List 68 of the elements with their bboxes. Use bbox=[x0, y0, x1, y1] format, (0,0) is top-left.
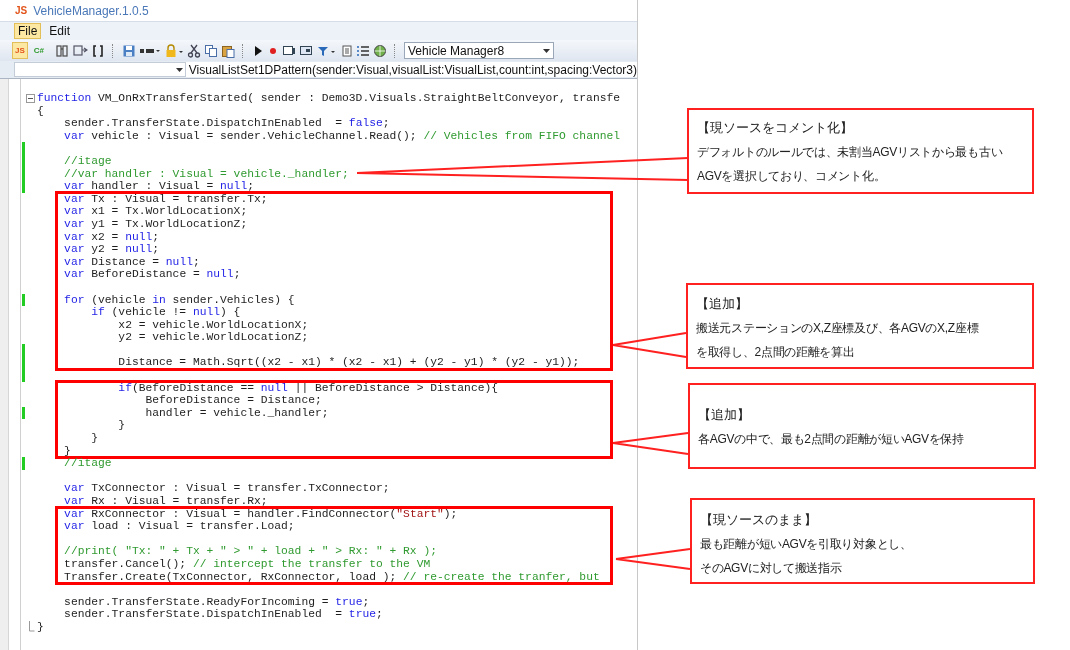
code-line: var y1 = Tx.WorldLocationZ; bbox=[63, 217, 248, 230]
code-line: Distance = Math.Sqrt((x2 - x1) * (x2 - x1) + (y2 - y1) * (y2 - y1)); bbox=[117, 356, 580, 369]
brackets-icon[interactable] bbox=[91, 43, 106, 58]
code-line: var Rx : Visual = transfer.Rx; bbox=[63, 495, 268, 507]
code-line: var x1 = Tx.WorldLocationX; bbox=[63, 205, 248, 218]
dropdown[interactable]: VisualListSet1DPattern(sender:Visual,visualList:VisualList,count:int,spacing:Vector3) bbox=[185, 62, 637, 77]
code-line: var x2 = null; bbox=[63, 230, 160, 243]
code-line: sender.TransferState.DispatchInEnabled = false; bbox=[63, 117, 390, 130]
replace-icon[interactable] bbox=[72, 43, 89, 58]
code-line: BeforeDistance = Distance; bbox=[144, 394, 322, 407]
callout-text: そのAGVに対して搬送指示 bbox=[700, 560, 843, 577]
window-title: VehicleManager.1.0.5 bbox=[33, 2, 149, 20]
code-line: handler = vehicle._handler; bbox=[144, 406, 329, 419]
find-icon[interactable] bbox=[55, 43, 70, 58]
code-line: var y2 = null; bbox=[63, 243, 160, 256]
code-line: var handler : Visual = null; bbox=[63, 180, 254, 193]
app-logo: JS bbox=[15, 4, 28, 18]
code-line: var RxConnector : Visual = handler.FindConnector("Start"); bbox=[63, 507, 458, 520]
code-line: var BeforeDistance = null; bbox=[63, 268, 241, 281]
callout-text: 各AGVの中で、最も2点間の距離が短いAGVを保持 bbox=[698, 431, 965, 448]
callout-text: 最も距離が短いAGVを引取り対象とし、 bbox=[700, 536, 913, 553]
callout-text: を取得し、2点間の距離を算出 bbox=[696, 344, 856, 361]
code-line: var Tx : Visual = transfer.Tx; bbox=[63, 192, 268, 205]
code-line: } bbox=[90, 432, 98, 445]
list-icon[interactable] bbox=[356, 43, 371, 58]
code-line: { bbox=[37, 104, 44, 117]
fold-icon[interactable] bbox=[26, 94, 35, 103]
caret-icon bbox=[175, 67, 183, 72]
save-icon[interactable] bbox=[122, 43, 137, 58]
window-icon[interactable] bbox=[299, 43, 314, 58]
code-line: } bbox=[37, 620, 44, 633]
callout-title: 【追加】 bbox=[698, 406, 751, 424]
caret-icon bbox=[543, 48, 551, 53]
code-line: for (vehicle in sender.Vehicles) { bbox=[63, 293, 295, 306]
code-line: transfer.Cancel(); // intercept the transfer to the VM bbox=[63, 557, 431, 570]
code-line: } bbox=[117, 419, 126, 432]
window-icon[interactable] bbox=[282, 43, 297, 58]
code-line: sender.TransferState.DispatchInEnabled = true; bbox=[63, 608, 383, 621]
callout-title: 【現ソースをコメント化】 bbox=[697, 119, 854, 137]
copy-icon[interactable] bbox=[204, 43, 219, 58]
menu-item[interactable]: File bbox=[14, 23, 42, 39]
code-line: } bbox=[63, 444, 71, 457]
cut-icon[interactable] bbox=[187, 43, 202, 58]
code-line: y2 = vehicle.WorldLocationZ; bbox=[117, 331, 309, 344]
code-line: function VM_OnRxTransferStarted( sender : Demo3D.Visuals.StraightBeltConveyor, transfe bbox=[37, 92, 620, 104]
code-line: //itage bbox=[63, 154, 112, 167]
document-icon[interactable] bbox=[341, 43, 354, 58]
menu-item[interactable]: Edit bbox=[45, 23, 75, 39]
code-line: var TxConnector : Visual = transfer.TxConnector; bbox=[63, 482, 390, 495]
callout-text: 搬送元ステーションのX,Z座標及び、各AGVのX,Z座標 bbox=[696, 320, 980, 337]
dropdown[interactable]: Vehicle Manager8 bbox=[404, 42, 555, 59]
callout-text: デフォルトのルールでは、未割当AGVリストから最も古い bbox=[697, 144, 1004, 161]
callout-title: 【追加】 bbox=[696, 295, 749, 313]
callout-text: AGVを選択しており、コメント化。 bbox=[697, 168, 887, 185]
code-line: //print( "Tx: " + Tx + " > " + load + " > Rx: " + Rx ); bbox=[63, 545, 437, 558]
code-line: //itage bbox=[63, 457, 112, 470]
globe-icon[interactable] bbox=[373, 43, 388, 58]
callout-title: 【現ソースのまま】 bbox=[700, 511, 818, 529]
paste-icon[interactable] bbox=[221, 43, 236, 58]
code-line: var Distance = null; bbox=[63, 255, 200, 268]
code-line: sender.TransferState.ReadyForIncoming = true; bbox=[63, 595, 370, 608]
code-line: x2 = vehicle.WorldLocationX; bbox=[117, 318, 309, 331]
code-line: var vehicle : Visual = sender.VehicleChannel.Read(); // Vehicles from FIFO channel bbox=[63, 129, 621, 142]
code-line: if (vehicle != null) { bbox=[90, 306, 241, 319]
code-line: var load : Visual = transfer.Load; bbox=[63, 520, 295, 533]
code-line: //var handler : Visual = vehicle._handler; bbox=[63, 167, 349, 180]
code-line: Transfer.Create(TxConnector, RxConnector, load ); // re-create the tranfer, but bbox=[63, 570, 600, 583]
code-line: if(BeforeDistance == null || BeforeDistance > Distance){ bbox=[117, 381, 499, 394]
